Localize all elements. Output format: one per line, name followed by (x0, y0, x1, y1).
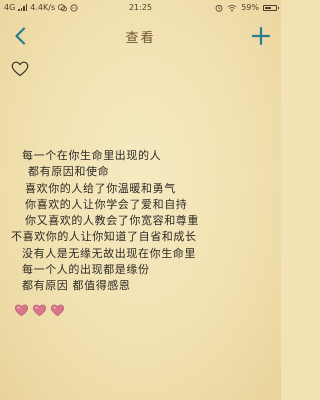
note-body: 每一个在你生命里出现的人 都有原因和使命 喜欢你的人给了你温暖和勇气 你喜欢的人… (0, 148, 281, 295)
note-line: 都有原因 都值得感恩 (22, 279, 131, 293)
battery-percent: 59% (241, 3, 259, 12)
heart-outline-icon (11, 61, 29, 77)
status-right: 59% (215, 3, 279, 12)
plus-icon (252, 27, 270, 45)
battery-fill (265, 6, 271, 9)
heart-decoration (14, 304, 65, 317)
note-line: 没有人是无缘无故出现在你生命里 (22, 246, 196, 260)
note-line: 喜欢你的人给了你温暖和勇气 (25, 181, 176, 195)
note-line: 你喜欢的人让你学会了爱和自持 (25, 197, 188, 211)
add-button[interactable] (247, 22, 275, 50)
heart-icon (50, 304, 65, 317)
heart-icon (14, 304, 29, 317)
note-line: 都有原因和使命 (28, 165, 110, 179)
battery-icon (263, 4, 279, 11)
page-title: 查看 (125, 31, 156, 46)
wifi-icon (227, 4, 237, 11)
status-bar: 4G 4.4K/s 21:25 59% (0, 0, 281, 16)
note-line: 不喜欢你的人让你知道了自省和成长 (11, 230, 197, 244)
favorite-button[interactable] (11, 61, 29, 77)
alarm-icon (215, 4, 223, 12)
heart-icon (32, 304, 47, 317)
note-line: 你又喜欢的人教会了你宽容和尊重 (25, 214, 199, 228)
note-line: 每一个在你生命里出现的人 (22, 149, 162, 162)
nav-bar: 查看 (0, 18, 281, 54)
note-line: 每一个人的出现都是缘份 (22, 263, 150, 277)
